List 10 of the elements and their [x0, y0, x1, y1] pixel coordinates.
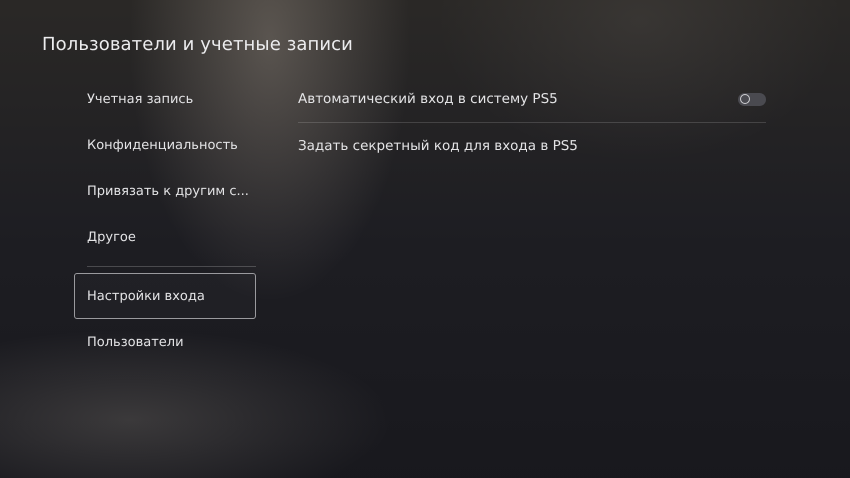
page-title: Пользователи и учетные записи — [42, 34, 354, 55]
setting-label[interactable]: Автоматический вход в систему PS5 — [298, 91, 558, 107]
sidebar-item[interactable]: Привязать к другим с... — [74, 168, 256, 214]
toggle-switch[interactable] — [738, 92, 766, 106]
sidebar-item[interactable]: Настройки входа — [74, 273, 256, 319]
sidebar-item[interactable]: Учетная запись — [74, 76, 256, 122]
sidebar-item[interactable]: Конфиденциальность — [74, 122, 256, 168]
sidebar-item[interactable]: Пользователи — [74, 319, 256, 365]
setting-label[interactable]: Задать секретный код для входа в PS5 — [298, 138, 578, 154]
sidebar-item[interactable]: Другое — [74, 214, 256, 260]
